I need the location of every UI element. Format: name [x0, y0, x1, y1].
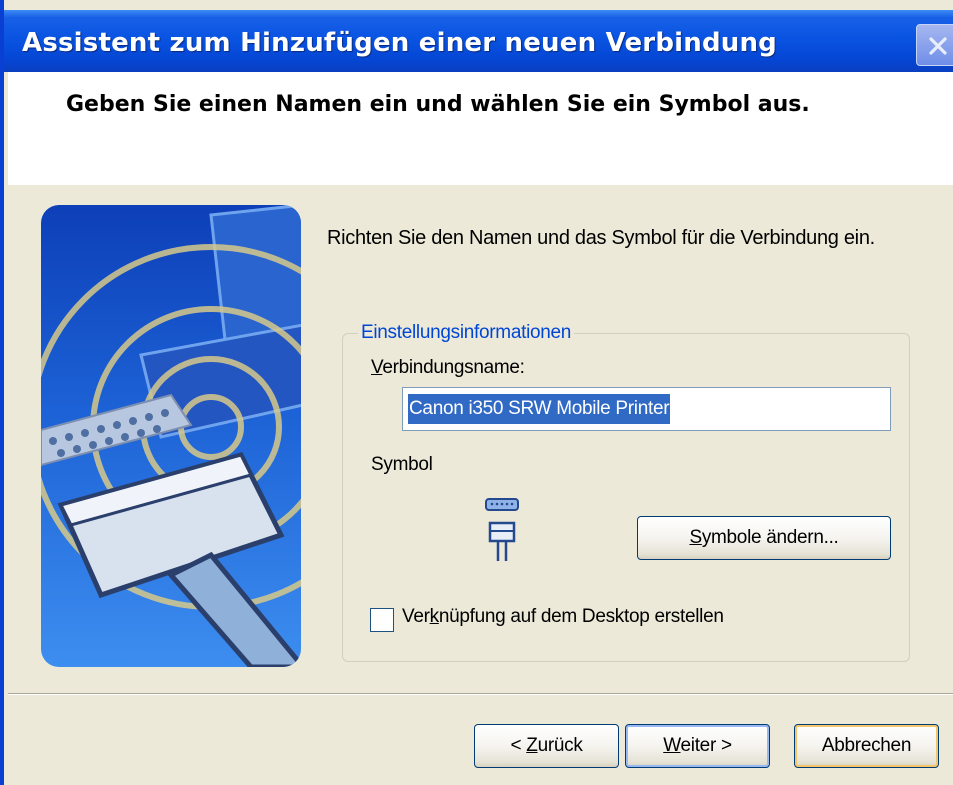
back-label: < Zurück [510, 735, 582, 757]
wizard-header: Geben Sie einen Namen ein und wählen Sie… [8, 72, 953, 185]
next-label-rest: eiter > [680, 735, 733, 756]
change-symbols-label: Symbole ändern... [689, 527, 838, 549]
next-label: Weiter > [663, 735, 732, 757]
header-divider [8, 184, 953, 185]
connection-name-label: Verbindungsname: [371, 357, 525, 379]
wizard-window: Assistent zum Hinzufügen einer neuen Ver… [0, 0, 953, 785]
change-symbols-label-rest: ymbole ändern... [701, 527, 839, 548]
title-bar[interactable]: Assistent zum Hinzufügen einer neuen Ver… [4, 10, 953, 72]
header-title: Geben Sie einen Namen ein und wählen Sie… [66, 92, 810, 117]
back-button[interactable]: < Zurück [474, 724, 619, 768]
connection-name-mnemonic: V [371, 357, 383, 378]
desktop-shortcut-checkbox[interactable] [370, 608, 394, 632]
back-label-rest: urück [537, 735, 583, 756]
back-label-pre: < [510, 735, 527, 756]
intro-text: Richten Sie den Namen und das Symbol für… [327, 227, 875, 249]
window-title: Assistent zum Hinzufügen einer neuen Ver… [22, 28, 777, 58]
footer-divider-highlight [8, 694, 953, 695]
next-mnemonic: W [663, 735, 681, 756]
desktop-shortcut-label-pre: Ver [402, 606, 430, 627]
cancel-button[interactable]: Abbrechen [794, 724, 939, 768]
next-button[interactable]: Weiter > [625, 724, 770, 768]
close-icon [929, 37, 947, 55]
symbol-label: Symbol [371, 454, 433, 475]
change-symbols-button[interactable]: Symbole ändern... [637, 516, 891, 560]
change-symbols-mnemonic: S [689, 527, 702, 548]
connection-name-value: Canon i350 SRW Mobile Printer [408, 394, 671, 424]
close-button[interactable] [916, 24, 953, 66]
settings-group-legend: Einstellungsinformationen [358, 322, 575, 344]
desktop-shortcut-mnemonic: k [429, 606, 440, 627]
connection-name-label-rest: erbindungsname: [382, 357, 525, 378]
desktop-shortcut-label-rest: nüpfung auf dem Desktop erstellen [438, 606, 724, 627]
back-mnemonic: Z [526, 735, 538, 756]
serial-port-connector-icon [485, 498, 519, 561]
desktop-shortcut-label[interactable]: Verknüpfung auf dem Desktop erstellen [402, 606, 724, 628]
connection-name-input[interactable]: Canon i350 SRW Mobile Printer [402, 387, 891, 431]
wizard-illustration [41, 205, 301, 667]
